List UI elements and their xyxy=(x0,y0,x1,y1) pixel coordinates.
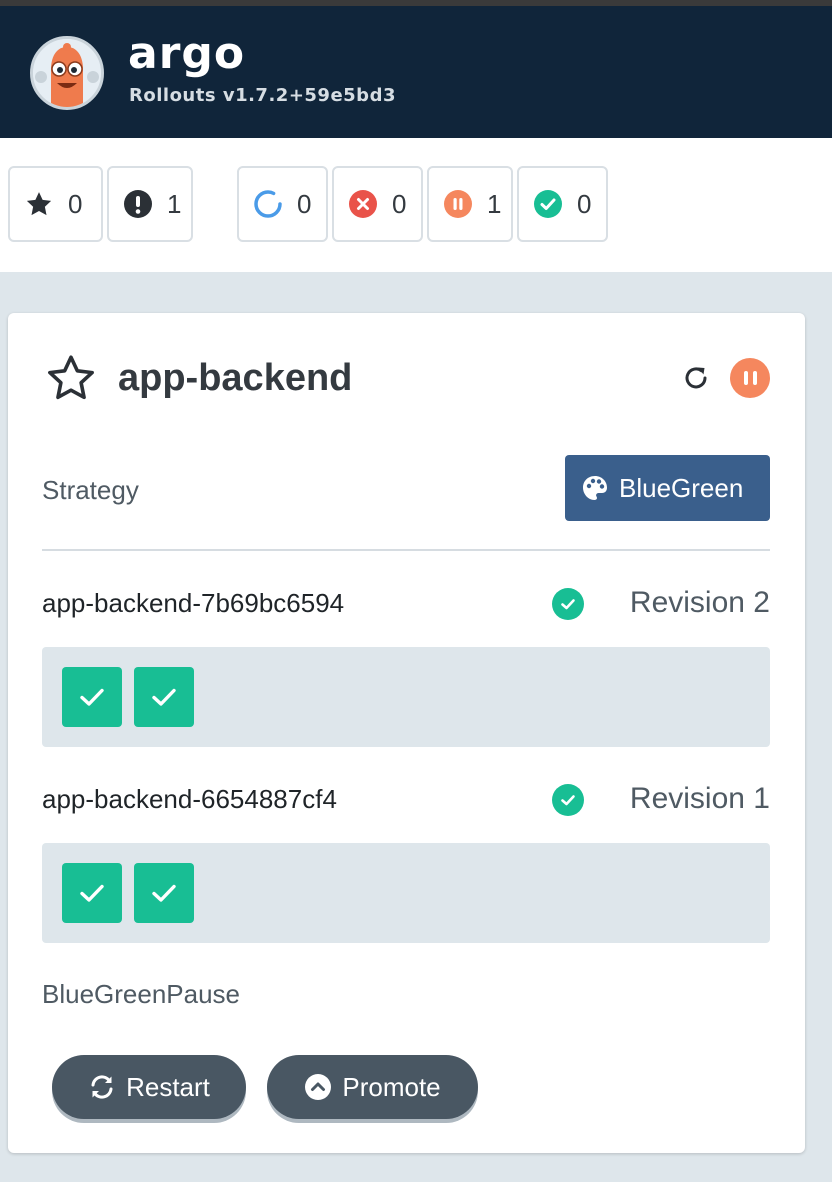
check-icon xyxy=(80,688,104,706)
healthy-icon xyxy=(533,189,563,219)
star-icon xyxy=(24,189,54,219)
rollout-card[interactable]: app-backend Strategy BlueGreen app-backe… xyxy=(8,313,805,1153)
restart-label: Restart xyxy=(126,1071,210,1102)
app-version: Rollouts v1.7.2+59e5bd3 xyxy=(129,85,396,106)
check-icon xyxy=(152,688,176,706)
strategy-label: Strategy xyxy=(42,475,139,505)
filter-count: 1 xyxy=(167,188,182,219)
pod-list xyxy=(42,647,770,747)
filter-progressing[interactable]: 0 xyxy=(237,166,328,242)
chevron-up-circle-icon xyxy=(305,1074,332,1100)
filter-healthy[interactable]: 0 xyxy=(517,166,608,242)
argo-logo xyxy=(30,36,104,110)
pod-healthy[interactable] xyxy=(134,863,194,923)
pod-healthy[interactable] xyxy=(62,667,122,727)
degraded-icon xyxy=(348,189,378,219)
filter-count: 0 xyxy=(577,188,592,219)
filter-degraded[interactable]: 0 xyxy=(332,166,423,242)
promote-button[interactable]: Promote xyxy=(267,1055,478,1119)
healthy-icon xyxy=(552,588,584,620)
paused-status-icon xyxy=(730,358,770,398)
exclamation-icon xyxy=(123,189,153,219)
filter-paused[interactable]: 1 xyxy=(427,166,513,242)
revision-label: Revision 2 xyxy=(629,586,770,619)
replicaset-name: app-backend-7b69bc6594 xyxy=(42,588,345,618)
status-filter-bar: 0 1 0 0 1 0 xyxy=(0,138,832,272)
app-header: argo Rollouts v1.7.2+59e5bd3 xyxy=(0,6,832,138)
pod-healthy[interactable] xyxy=(62,863,122,923)
app-brand: argo xyxy=(128,28,246,79)
promote-label: Promote xyxy=(342,1071,441,1102)
refresh-icon[interactable] xyxy=(681,363,711,398)
palette-icon xyxy=(583,476,607,500)
replicaset-name: app-backend-6654887cf4 xyxy=(42,784,337,814)
rollout-name: app-backend xyxy=(118,357,353,399)
filter-count: 0 xyxy=(68,188,83,219)
revision-label: Revision 1 xyxy=(629,782,770,815)
paused-icon xyxy=(443,189,473,219)
filter-favorites[interactable]: 0 xyxy=(8,166,103,242)
restart-button[interactable]: Restart xyxy=(52,1055,246,1119)
pod-healthy[interactable] xyxy=(134,667,194,727)
strategy-name: BlueGreen xyxy=(619,472,744,503)
filter-count: 0 xyxy=(392,188,407,219)
healthy-icon xyxy=(552,784,584,816)
check-icon xyxy=(152,884,176,902)
strategy-badge: BlueGreen xyxy=(565,455,770,521)
filter-count: 1 xyxy=(487,188,502,219)
favorite-star-icon[interactable] xyxy=(44,351,98,410)
current-step: BlueGreenPause xyxy=(42,979,241,1009)
sync-icon xyxy=(91,1075,113,1099)
filter-needs-attention[interactable]: 1 xyxy=(107,166,193,242)
progressing-icon xyxy=(253,189,283,219)
pod-list xyxy=(42,843,770,943)
filter-count: 0 xyxy=(297,188,312,219)
check-icon xyxy=(80,884,104,902)
divider xyxy=(42,549,770,551)
